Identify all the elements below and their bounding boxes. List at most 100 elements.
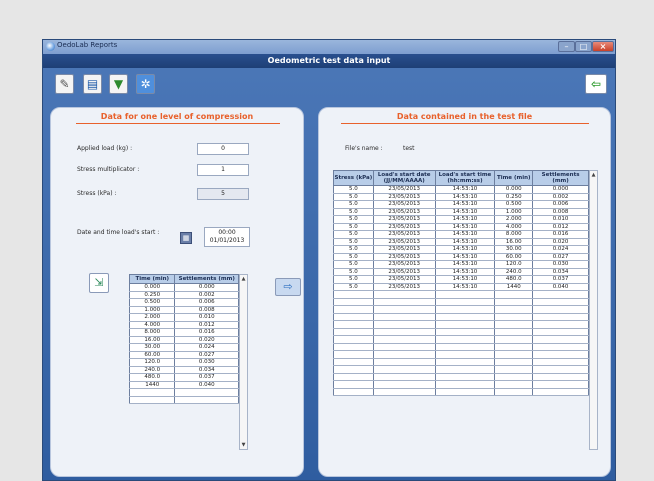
table-cell[interactable] bbox=[434, 298, 496, 306]
table-cell[interactable]: 480.0 bbox=[494, 275, 534, 284]
table-cell[interactable]: 0.024 bbox=[174, 343, 239, 352]
table-cell[interactable]: 8.000 bbox=[494, 230, 534, 239]
table-cell[interactable]: 1.000 bbox=[128, 306, 176, 314]
right-table-scrollbar[interactable]: ▲ bbox=[589, 170, 598, 450]
table-cell[interactable]: 23/05/2013 bbox=[372, 245, 436, 254]
table-cell[interactable] bbox=[532, 343, 589, 351]
table-cell[interactable]: 5.0 bbox=[333, 268, 374, 276]
table-cell[interactable] bbox=[174, 388, 239, 397]
table-cell[interactable]: 1.000 bbox=[494, 208, 534, 216]
table-cell[interactable]: 0.002 bbox=[532, 193, 589, 201]
table-cell[interactable]: 5.0 bbox=[333, 238, 374, 246]
table-cell[interactable] bbox=[532, 290, 589, 299]
table-cell[interactable]: 23/05/2013 bbox=[372, 200, 436, 209]
table-cell[interactable]: 5.0 bbox=[333, 185, 374, 194]
transfer-arrow-icon[interactable]: ⇨ bbox=[275, 278, 301, 296]
table-cell[interactable]: 0.037 bbox=[174, 373, 239, 382]
table-cell[interactable] bbox=[333, 320, 374, 329]
table-cell[interactable] bbox=[372, 298, 436, 306]
table-cell[interactable] bbox=[333, 335, 374, 344]
table-cell[interactable] bbox=[532, 298, 589, 306]
table-cell[interactable]: 0.250 bbox=[128, 291, 176, 299]
table-cell[interactable] bbox=[494, 388, 534, 396]
table-cell[interactable]: 0.000 bbox=[174, 283, 239, 292]
table-cell[interactable]: 5.0 bbox=[333, 193, 374, 201]
table-cell[interactable]: 0.027 bbox=[174, 351, 239, 359]
table-cell[interactable]: 1440 bbox=[128, 381, 176, 389]
table-cell[interactable]: 0.010 bbox=[174, 313, 239, 322]
table-cell[interactable] bbox=[494, 380, 534, 389]
table-cell[interactable] bbox=[494, 358, 534, 366]
table-cell[interactable] bbox=[532, 328, 589, 336]
table-row[interactable] bbox=[333, 298, 589, 306]
table-cell[interactable] bbox=[434, 305, 496, 314]
table-cell[interactable] bbox=[333, 350, 374, 359]
table-cell[interactable]: 23/05/2013 bbox=[372, 208, 436, 216]
table-cell[interactable]: 0.000 bbox=[494, 185, 534, 194]
table-cell[interactable]: 0.000 bbox=[128, 283, 176, 292]
table-row[interactable] bbox=[333, 388, 589, 396]
table-cell[interactable] bbox=[372, 373, 436, 381]
table-cell[interactable] bbox=[494, 305, 534, 314]
table-cell[interactable] bbox=[372, 380, 436, 389]
table-cell[interactable] bbox=[494, 335, 534, 344]
table-cell[interactable] bbox=[372, 358, 436, 366]
table-cell[interactable]: 14:53:10 bbox=[434, 193, 496, 201]
table-row[interactable]: 5.0 23/05/2013 14:53:10 2.000 0.010 bbox=[333, 215, 589, 224]
table-cell[interactable]: 14:53:10 bbox=[434, 268, 496, 276]
table-cell[interactable] bbox=[434, 365, 496, 374]
table-cell[interactable] bbox=[532, 313, 589, 321]
table-row[interactable]: 8.000 0.016 bbox=[128, 328, 239, 337]
table-cell[interactable]: 5.0 bbox=[333, 260, 374, 269]
table-row[interactable]: 5.0 23/05/2013 14:53:10 8.000 0.016 bbox=[333, 230, 589, 239]
calendar-icon[interactable]: ▦ bbox=[180, 232, 192, 244]
table-cell[interactable] bbox=[494, 328, 534, 336]
table-cell[interactable] bbox=[532, 365, 589, 374]
table-cell[interactable]: 14:53:10 bbox=[434, 275, 496, 284]
stress-multiplicator-field[interactable]: 1 bbox=[197, 164, 249, 176]
table-cell[interactable] bbox=[434, 290, 496, 299]
table-row[interactable]: 1440 0.040 bbox=[128, 381, 239, 389]
table-cell[interactable]: 0.030 bbox=[532, 260, 589, 269]
table-cell[interactable]: 23/05/2013 bbox=[372, 193, 436, 201]
table-cell[interactable] bbox=[494, 343, 534, 351]
table-cell[interactable]: 14:53:10 bbox=[434, 245, 496, 254]
table-row[interactable] bbox=[333, 343, 589, 351]
table-cell[interactable]: 0.012 bbox=[174, 321, 239, 329]
table-cell[interactable]: 14:53:10 bbox=[434, 230, 496, 239]
table-row[interactable] bbox=[333, 313, 589, 321]
maximize-button[interactable]: □ bbox=[575, 41, 592, 52]
table-cell[interactable]: 2.000 bbox=[494, 215, 534, 224]
table-row[interactable]: 5.0 23/05/2013 14:53:10 1.000 0.008 bbox=[333, 208, 589, 216]
table-row[interactable]: 2.000 0.010 bbox=[128, 313, 239, 322]
table-cell[interactable]: 14:53:10 bbox=[434, 260, 496, 269]
gear-icon[interactable]: ✲ bbox=[136, 74, 155, 94]
table-row[interactable]: 16.00 0.020 bbox=[128, 336, 239, 344]
table-row[interactable] bbox=[333, 335, 589, 344]
table-cell[interactable] bbox=[532, 388, 589, 396]
table-cell[interactable]: 4.000 bbox=[494, 223, 534, 231]
table-cell[interactable] bbox=[494, 365, 534, 374]
table-row[interactable] bbox=[333, 350, 589, 359]
table-cell[interactable] bbox=[333, 358, 374, 366]
table-row[interactable] bbox=[333, 328, 589, 336]
table-cell[interactable] bbox=[333, 313, 374, 321]
table-cell[interactable]: 0.024 bbox=[532, 245, 589, 254]
table-cell[interactable]: 0.020 bbox=[532, 238, 589, 246]
table-cell[interactable]: 23/05/2013 bbox=[372, 185, 436, 194]
table-cell[interactable]: 0.008 bbox=[174, 306, 239, 314]
table-cell[interactable]: 60.00 bbox=[494, 253, 534, 261]
table-cell[interactable]: 23/05/2013 bbox=[372, 223, 436, 231]
table-row[interactable]: 5.0 23/05/2013 14:53:10 0.500 0.006 bbox=[333, 200, 589, 209]
table-cell[interactable] bbox=[333, 343, 374, 351]
table-cell[interactable]: 0.040 bbox=[174, 381, 239, 389]
table-cell[interactable] bbox=[494, 350, 534, 359]
table-cell[interactable]: 14:53:10 bbox=[434, 200, 496, 209]
table-cell[interactable] bbox=[333, 373, 374, 381]
table-cell[interactable]: 120.0 bbox=[494, 260, 534, 269]
table-cell[interactable]: 5.0 bbox=[333, 230, 374, 239]
table-row[interactable]: 120.0 0.030 bbox=[128, 358, 239, 367]
table-cell[interactable]: 23/05/2013 bbox=[372, 215, 436, 224]
table-cell[interactable] bbox=[532, 358, 589, 366]
table-row[interactable]: 5.0 23/05/2013 14:53:10 240.0 0.034 bbox=[333, 268, 589, 276]
